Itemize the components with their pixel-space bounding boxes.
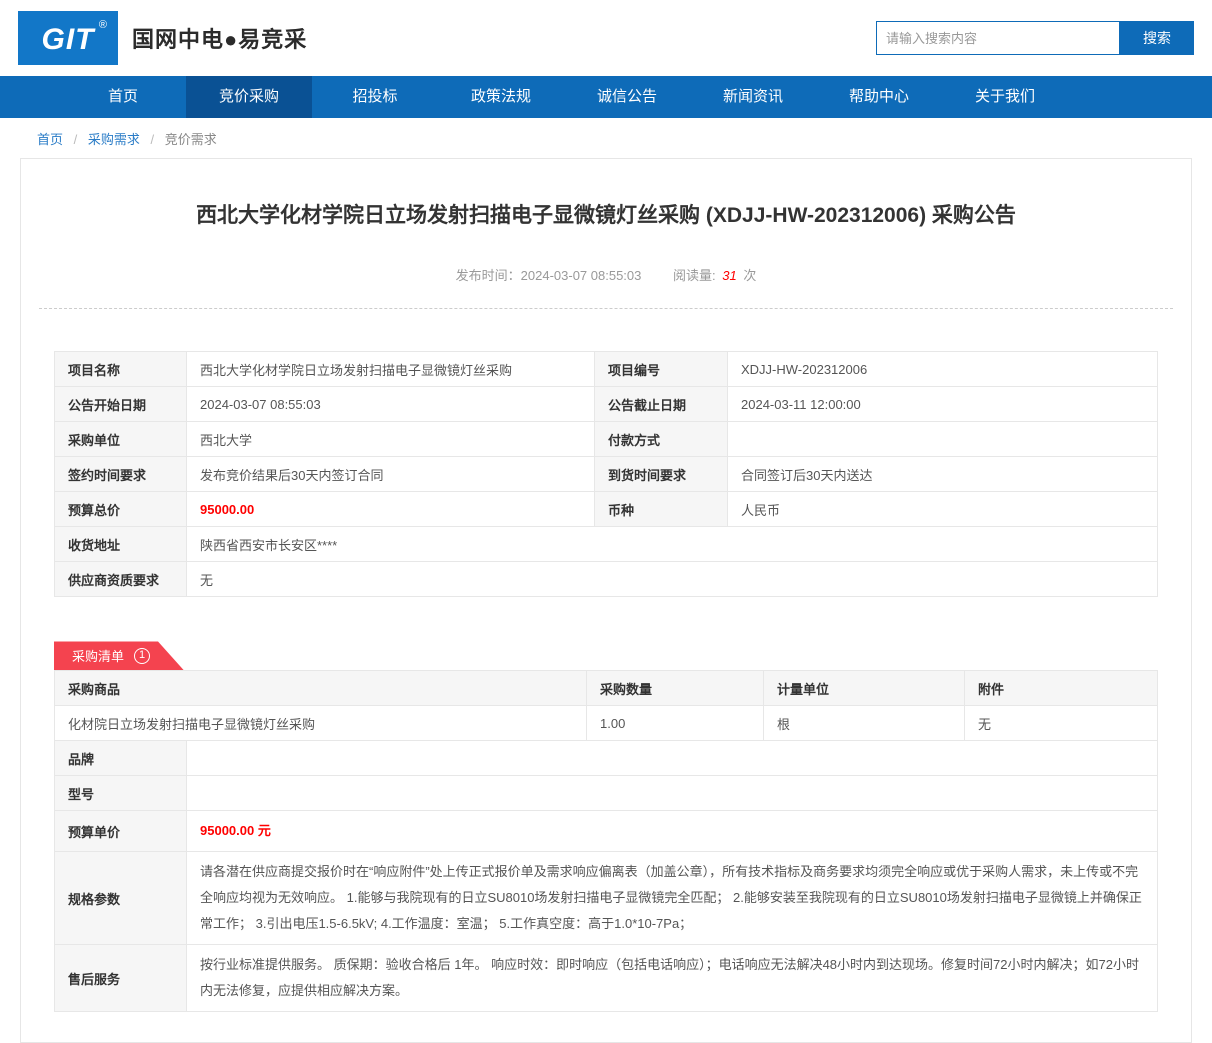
search-box: 搜索 (876, 21, 1194, 55)
table-row: 采购单位 西北大学 付款方式 (54, 421, 1158, 458)
unit-price-value: 95000.00 元 (186, 810, 1158, 853)
nav-item-tender[interactable]: 招投标 (312, 76, 438, 118)
nav-item-integrity-notice[interactable]: 诚信公告 (564, 76, 690, 118)
product-unit-cell: 根 (763, 705, 965, 742)
dashed-divider (39, 308, 1173, 310)
info-value: XDJJ-HW-202312006 (727, 351, 1158, 388)
detail-value (186, 740, 1158, 777)
info-label: 签约时间要求 (54, 456, 187, 493)
publish-time-label: 发布时间： (455, 268, 521, 284)
table-header-row: 采购商品 采购数量 计量单位 附件 (54, 670, 1158, 707)
info-value: 陕西省西安市长安区**** (186, 526, 1158, 563)
info-label: 采购单位 (54, 421, 187, 458)
budget-total-amount: 95000.00 (200, 501, 255, 517)
detail-label: 品牌 (54, 740, 187, 777)
purchase-list-tab: 采购清单 1 (54, 641, 184, 670)
project-info-table: 项目名称 西北大学化材学院日立场发射扫描电子显微镜灯丝采购 项目编号 XDJJ-… (54, 351, 1158, 598)
breadcrumb-home[interactable]: 首页 (37, 132, 63, 147)
info-value: 人民币 (727, 491, 1158, 528)
info-label: 收货地址 (54, 526, 187, 563)
info-label: 供应商资质要求 (54, 561, 187, 598)
info-label: 付款方式 (594, 421, 728, 458)
purchase-list-label: 采购清单 (72, 649, 125, 665)
product-name-cell: 化材院日立场发射扫描电子显微镜灯丝采购 (54, 705, 587, 742)
table-row: 项目名称 西北大学化材学院日立场发射扫描电子显微镜灯丝采购 项目编号 XDJJ-… (54, 351, 1158, 388)
table-row: 预算总价 95000.00 币种 人民币 (54, 491, 1158, 528)
info-value: 2024-03-07 08:55:03 (186, 386, 595, 423)
registered-mark-icon: ® (98, 19, 108, 31)
table-row: 规格参数 请各潜在供应商提交报价时在“响应附件”处上传正式报价单及需求响应偏离表… (54, 851, 1158, 946)
publish-time-value: 2024-03-07 08:55:03 (520, 268, 642, 284)
breadcrumb-separator: / (150, 132, 155, 147)
table-row: 签约时间要求 发布竞价结果后30天内签订合同 到货时间要求 合同签订后30天内送… (54, 456, 1158, 493)
nav-item-policies[interactable]: 政策法规 (438, 76, 564, 118)
spec-params-value: 请各潜在供应商提交报价时在“响应附件”处上传正式报价单及需求响应偏离表（加盖公章… (186, 851, 1158, 946)
breadcrumb-separator: / (73, 132, 78, 147)
nav-item-home[interactable]: 首页 (60, 76, 186, 118)
column-header: 采购商品 (54, 670, 587, 707)
detail-label: 型号 (54, 775, 187, 812)
breadcrumb: 首页 / 采购需求 / 竞价需求 (0, 118, 1212, 158)
info-label: 项目名称 (54, 351, 187, 388)
column-header: 计量单位 (763, 670, 965, 707)
site-header: GIT ® 国网中电●易竞采 搜索 (0, 0, 1212, 76)
nav-item-news[interactable]: 新闻资讯 (690, 76, 816, 118)
info-value: 合同签订后30天内送达 (727, 456, 1158, 493)
info-label: 公告开始日期 (54, 386, 187, 423)
info-value (727, 421, 1158, 458)
table-row: 化材院日立场发射扫描电子显微镜灯丝采购 1.00 根 无 (54, 705, 1158, 742)
table-row: 型号 (54, 775, 1158, 812)
views-count: 31 (722, 268, 737, 284)
notice-meta: 发布时间：2024-03-07 08:55:03 阅读量: 31 次 (54, 265, 1158, 284)
detail-value (186, 775, 1158, 812)
info-value: 2024-03-11 12:00:00 (727, 386, 1158, 423)
logo-area: GIT ® 国网中电●易竞采 (18, 11, 307, 65)
info-value: 无 (186, 561, 1158, 598)
nav-item-about-us[interactable]: 关于我们 (942, 76, 1068, 118)
budget-total-value: 95000.00 (186, 491, 595, 528)
site-title: 国网中电●易竞采 (132, 27, 308, 52)
info-value: 发布竞价结果后30天内签订合同 (186, 456, 595, 493)
product-detail-table: 品牌 型号 预算单价 95000.00 元 规格参数 请各潜在供应商提交报价时在… (54, 740, 1158, 1013)
table-row: 预算单价 95000.00 元 (54, 810, 1158, 853)
git-logo[interactable]: GIT ® (18, 11, 118, 65)
unit-price-amount: 95000.00 元 (200, 823, 271, 839)
info-label: 公告截止日期 (594, 386, 728, 423)
info-label: 预算总价 (54, 491, 187, 528)
views-unit: 次 (743, 268, 757, 284)
table-row: 收货地址 陕西省西安市长安区**** (54, 526, 1158, 563)
breadcrumb-current: 竞价需求 (164, 132, 217, 147)
table-row: 供应商资质要求 无 (54, 561, 1158, 598)
table-row: 品牌 (54, 740, 1158, 777)
product-attachment-cell: 无 (964, 705, 1158, 742)
info-value: 西北大学化材学院日立场发射扫描电子显微镜灯丝采购 (186, 351, 595, 388)
detail-label: 规格参数 (54, 851, 187, 946)
purchase-list-table: 采购商品 采购数量 计量单位 附件 化材院日立场发射扫描电子显微镜灯丝采购 1.… (54, 670, 1158, 742)
search-button[interactable]: 搜索 (1120, 21, 1194, 55)
breadcrumb-purchase-demand[interactable]: 采购需求 (88, 132, 140, 147)
search-input[interactable] (876, 21, 1120, 55)
views-label: 阅读量: (673, 268, 716, 284)
info-label: 到货时间要求 (594, 456, 728, 493)
item-count-badge: 1 (134, 648, 150, 664)
nav-item-bidding-purchase[interactable]: 竞价采购 (186, 76, 312, 118)
product-quantity-cell: 1.00 (586, 705, 764, 742)
column-header: 附件 (964, 670, 1158, 707)
logo-text: GIT (41, 23, 95, 56)
notice-card: 西北大学化材学院日立场发射扫描电子显微镜灯丝采购 (XDJJ-HW-202312… (20, 158, 1192, 1043)
detail-label: 预算单价 (54, 810, 187, 853)
info-value: 西北大学 (186, 421, 595, 458)
table-row: 公告开始日期 2024-03-07 08:55:03 公告截止日期 2024-0… (54, 386, 1158, 423)
column-header: 采购数量 (586, 670, 764, 707)
info-label: 项目编号 (594, 351, 728, 388)
nav-item-help-center[interactable]: 帮助中心 (816, 76, 942, 118)
info-label: 币种 (594, 491, 728, 528)
page-title: 西北大学化材学院日立场发射扫描电子显微镜灯丝采购 (XDJJ-HW-202312… (196, 204, 1016, 227)
main-nav: 首页 竞价采购 招投标 政策法规 诚信公告 新闻资讯 帮助中心 关于我们 (0, 76, 1212, 118)
